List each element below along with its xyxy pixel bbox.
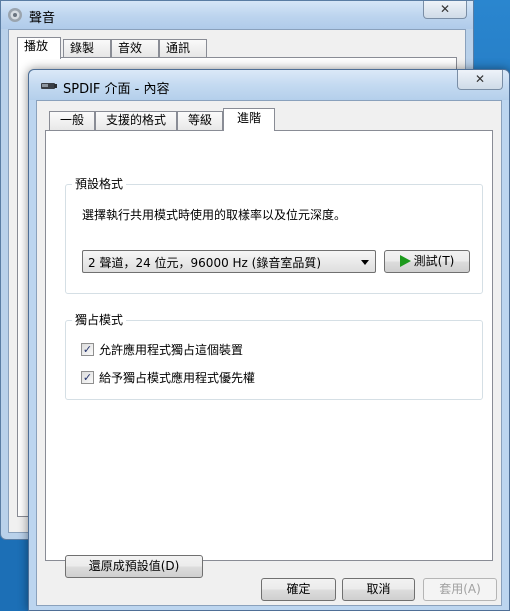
allow-exclusive-label[interactable]: 允許應用程式獨占這個裝置 bbox=[99, 342, 243, 358]
dialog-close-button[interactable]: ✕ bbox=[457, 70, 503, 90]
sound-window-titlebar[interactable]: 聲音 ✕ bbox=[1, 1, 473, 29]
default-format-description: 選擇執行共用模式時使用的取樣率以及位元深度。 bbox=[82, 208, 347, 222]
dialog-titlebar[interactable]: SPDIF 介面 - 內容 ✕ bbox=[29, 70, 509, 100]
tab-supported-formats[interactable]: 支援的格式 bbox=[95, 111, 177, 130]
test-button-label: 測試(T) bbox=[413, 254, 455, 268]
default-format-group-label: 預設格式 bbox=[72, 177, 127, 191]
apply-button[interactable]: 套用(A) bbox=[423, 578, 497, 601]
spdif-device-icon bbox=[41, 83, 57, 89]
chevron-down-icon bbox=[361, 260, 369, 265]
exclusive-mode-group-label: 獨占模式 bbox=[72, 313, 127, 327]
tab-advanced[interactable]: 進階 bbox=[223, 108, 275, 131]
default-format-group: 預設格式 選擇執行共用模式時使用的取樣率以及位元深度。 2 聲道，24 位元，9… bbox=[65, 177, 483, 294]
tab-sounds[interactable]: 音效 bbox=[111, 39, 159, 57]
default-format-dropdown[interactable]: 2 聲道，24 位元，96000 Hz (錄音室品質) bbox=[82, 250, 376, 273]
exclusive-priority-checkbox[interactable]: ✓ bbox=[81, 371, 94, 384]
spdif-properties-dialog: SPDIF 介面 - 內容 ✕ 一般 支援的格式 等級 進階 預設格式 選擇執行… bbox=[28, 69, 510, 611]
test-button[interactable]: 測試(T) bbox=[384, 250, 470, 273]
allow-exclusive-checkbox[interactable]: ✓ bbox=[81, 343, 94, 356]
tab-recording[interactable]: 錄製 bbox=[63, 39, 111, 57]
tab-levels[interactable]: 等級 bbox=[177, 111, 223, 130]
exclusive-priority-label[interactable]: 給予獨占模式應用程式優先權 bbox=[99, 370, 255, 386]
speaker-icon bbox=[8, 8, 22, 22]
dialog-client: 一般 支援的格式 等級 進階 預設格式 選擇執行共用模式時使用的取樣率以及位元深… bbox=[36, 100, 502, 606]
advanced-tab-pane: 預設格式 選擇執行共用模式時使用的取樣率以及位元深度。 2 聲道，24 位元，9… bbox=[45, 130, 493, 578]
exclusive-mode-group: 獨占模式 ✓ 允許應用程式獨占這個裝置 ✓ 給予獨占模式應用程式優先權 bbox=[65, 313, 483, 400]
tab-playback[interactable]: 播放 bbox=[17, 37, 61, 59]
ok-button[interactable]: 確定 bbox=[261, 578, 336, 601]
default-format-selected-value: 2 聲道，24 位元，96000 Hz (錄音室品質) bbox=[88, 256, 322, 270]
play-icon bbox=[399, 255, 411, 267]
dialog-tabs: 一般 支援的格式 等級 進階 bbox=[45, 108, 495, 131]
restore-defaults-button[interactable]: 還原成預設值(D) bbox=[65, 555, 203, 578]
dialog-title: SPDIF 介面 - 內容 bbox=[63, 82, 170, 97]
sound-window-title: 聲音 bbox=[29, 11, 56, 26]
tab-communications[interactable]: 通訊 bbox=[159, 39, 207, 57]
tab-general[interactable]: 一般 bbox=[49, 111, 95, 130]
cancel-button[interactable]: 取消 bbox=[342, 578, 415, 601]
sound-window-close-button[interactable]: ✕ bbox=[423, 1, 467, 19]
